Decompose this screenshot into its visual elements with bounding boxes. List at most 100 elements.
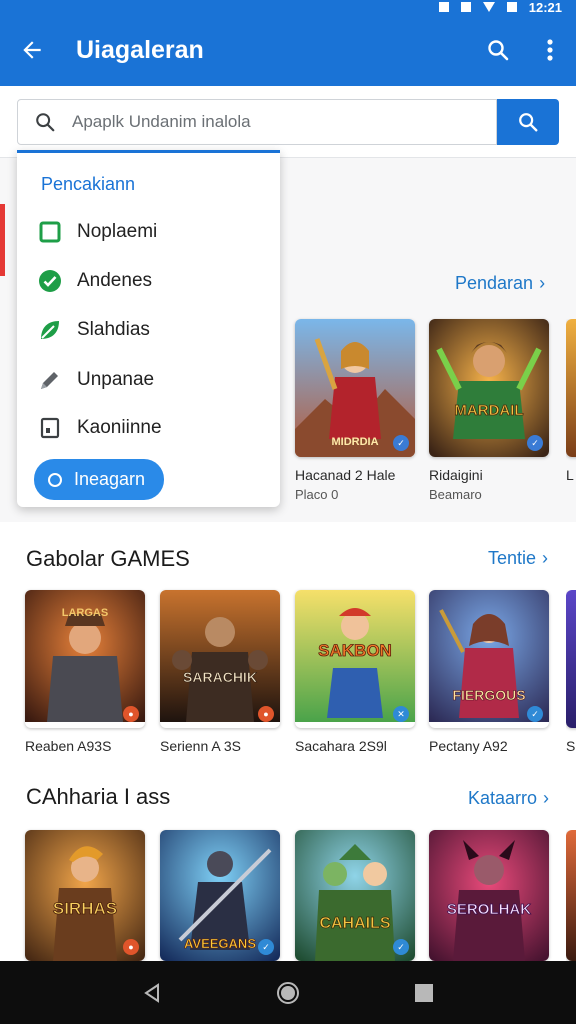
game-tile[interactable]: SEROLHAK: [429, 830, 551, 961]
game-cover: [566, 830, 576, 961]
section-title: CAhharia I ass: [26, 784, 171, 809]
game-tile[interactable]: L: [566, 319, 576, 483]
platform-badge-icon: ✓: [393, 435, 409, 451]
svg-text:LARGAS: LARGAS: [62, 607, 108, 619]
radio-ring-icon: [48, 472, 62, 487]
dropdown-item[interactable]: Andenes: [17, 259, 280, 303]
game-cover: AVEEGANS ✓: [160, 830, 280, 961]
game-tile[interactable]: LARGAS ● Reaben A93S: [25, 590, 147, 754]
game-tile[interactable]: SIRHAS ●: [25, 830, 147, 961]
game-title: Hacanad 2 Hale: [295, 467, 396, 483]
document-icon: [37, 415, 63, 441]
game-tile[interactable]: MIDRDIA ✓ Hacanad 2 Hale Placo 0: [295, 319, 417, 502]
svg-text:AVEEGANS: AVEEGANS: [184, 936, 256, 951]
search-action-button[interactable]: [472, 14, 524, 86]
game-tile[interactable]: FIERGOUS ✓ Pectany A92: [429, 590, 551, 754]
popular-games-section: Gabolar GAMES Tentie › LARGAS ● Reaben A9…: [0, 522, 576, 762]
checkbox-icon: [37, 219, 63, 245]
overflow-menu-button[interactable]: [524, 14, 576, 86]
chevron-right-icon: ›: [542, 548, 549, 568]
casual-see-all-link[interactable]: Kataarro ›: [468, 788, 549, 809]
game-cover: SIRHAS ●: [25, 830, 145, 961]
game-title: S: [566, 738, 576, 754]
status-bar: 12:21: [0, 0, 576, 15]
dropdown-item-label: Kaoniinne: [77, 417, 162, 438]
svg-text:SEROLHAK: SEROLHAK: [447, 901, 531, 918]
arrow-left-icon: [23, 41, 41, 59]
game-cover: [566, 319, 576, 457]
clock: 12:21: [528, 0, 562, 15]
wifi-icon: [482, 2, 495, 12]
dropdown-item-label: Andenes: [77, 270, 153, 291]
search-placeholder: Apaplk Undanim inalola: [72, 112, 251, 131]
triangle-back-icon: [144, 982, 159, 1003]
nav-recents-button[interactable]: [404, 973, 444, 1013]
apply-filter-button[interactable]: Ineagarn: [34, 459, 164, 500]
see-all-label: Tentie: [488, 548, 537, 568]
square-recents-icon: [415, 983, 433, 1002]
featured-see-all-link[interactable]: Pendaran ›: [455, 273, 545, 294]
search-input[interactable]: Apaplk Undanim inalola: [17, 99, 497, 145]
side-tab-indicator[interactable]: [0, 204, 5, 276]
game-title: Reaben A93S: [25, 738, 112, 754]
dropdown-item-label: Noplaemi: [77, 221, 158, 242]
game-tile[interactable]: MARDAIL ✓ Ridaigini Beamaro: [429, 319, 551, 502]
dropdown-item-label: Slahdias: [77, 319, 150, 340]
nav-home-button[interactable]: [268, 973, 308, 1013]
chevron-right-icon: ›: [543, 788, 550, 808]
search-icon: [488, 40, 509, 61]
game-cover: FIERGOUS ✓: [429, 590, 549, 728]
platform-badge-icon: ●: [258, 706, 274, 722]
circle-home-icon: [277, 981, 299, 1004]
game-tile[interactable]: [566, 830, 576, 961]
platform-badge-icon: ✓: [527, 706, 543, 722]
check-circle-icon: [37, 268, 63, 294]
battery-icon: [460, 2, 471, 12]
game-title: L: [566, 467, 574, 483]
dropdown-item[interactable]: Noplaemi: [17, 210, 280, 254]
game-title: Serienn A 3S: [160, 738, 241, 754]
filter-dropdown: Pencakiann Noplaemi Andenes Slahdias Unp…: [17, 150, 280, 507]
game-subtitle: Placo 0: [295, 487, 339, 502]
platform-badge-icon: ✓: [393, 939, 409, 955]
dropdown-item[interactable]: Unpanae: [17, 358, 280, 402]
dropdown-item-label: Unpanae: [77, 369, 155, 390]
dropdown-header: Pencakiann: [41, 174, 136, 194]
see-all-label: Kataarro: [468, 788, 538, 808]
platform-badge-icon: ✓: [527, 435, 543, 451]
leaf-icon: [37, 317, 63, 343]
search-row: Apaplk Undanim inalola: [0, 86, 576, 158]
svg-text:SIRHAS: SIRHAS: [53, 899, 117, 918]
section-title: Gabolar GAMES: [26, 546, 190, 571]
platform-badge-icon: ✕: [393, 706, 409, 722]
game-tile[interactable]: AVEEGANS ✓: [160, 830, 282, 961]
game-subtitle: Beamaro: [429, 487, 482, 502]
apply-filter-label: Ineagarn: [74, 469, 146, 489]
platform-badge-icon: ✓: [258, 939, 274, 955]
nav-back-button[interactable]: [132, 973, 172, 1013]
dropdown-item[interactable]: Slahdias: [17, 308, 280, 352]
game-cover: [566, 590, 576, 728]
platform-badge-icon: ●: [123, 706, 139, 722]
game-tile[interactable]: SARACHIK ● Serienn A 3S: [160, 590, 282, 754]
search-icon: [36, 113, 55, 132]
svg-text:SARACHIK: SARACHIK: [183, 669, 257, 685]
search-submit-button[interactable]: [497, 99, 559, 145]
search-icon: [519, 113, 538, 132]
game-cover: SARACHIK ●: [160, 590, 280, 728]
dropdown-item[interactable]: Kaoniinne: [17, 406, 280, 450]
game-cover: MARDAIL ✓: [429, 319, 549, 457]
more-vertical-icon: [547, 39, 553, 61]
game-cover: SEROLHAK: [429, 830, 549, 961]
game-title: Pectany A92: [429, 738, 508, 754]
back-button[interactable]: [0, 14, 64, 86]
game-cover: LARGAS ●: [25, 590, 145, 728]
signal-icon: [438, 2, 449, 12]
game-tile[interactable]: SAKBON ✕ Sacahara 2S9l: [295, 590, 417, 754]
pencil-icon: [37, 367, 63, 393]
platform-badge-icon: ●: [123, 939, 139, 955]
game-tile[interactable]: CAHAILS ✓: [295, 830, 417, 961]
svg-text:MIDRDIA: MIDRDIA: [331, 436, 378, 448]
game-tile[interactable]: S: [566, 590, 576, 754]
popular-see-all-link[interactable]: Tentie ›: [488, 548, 548, 569]
